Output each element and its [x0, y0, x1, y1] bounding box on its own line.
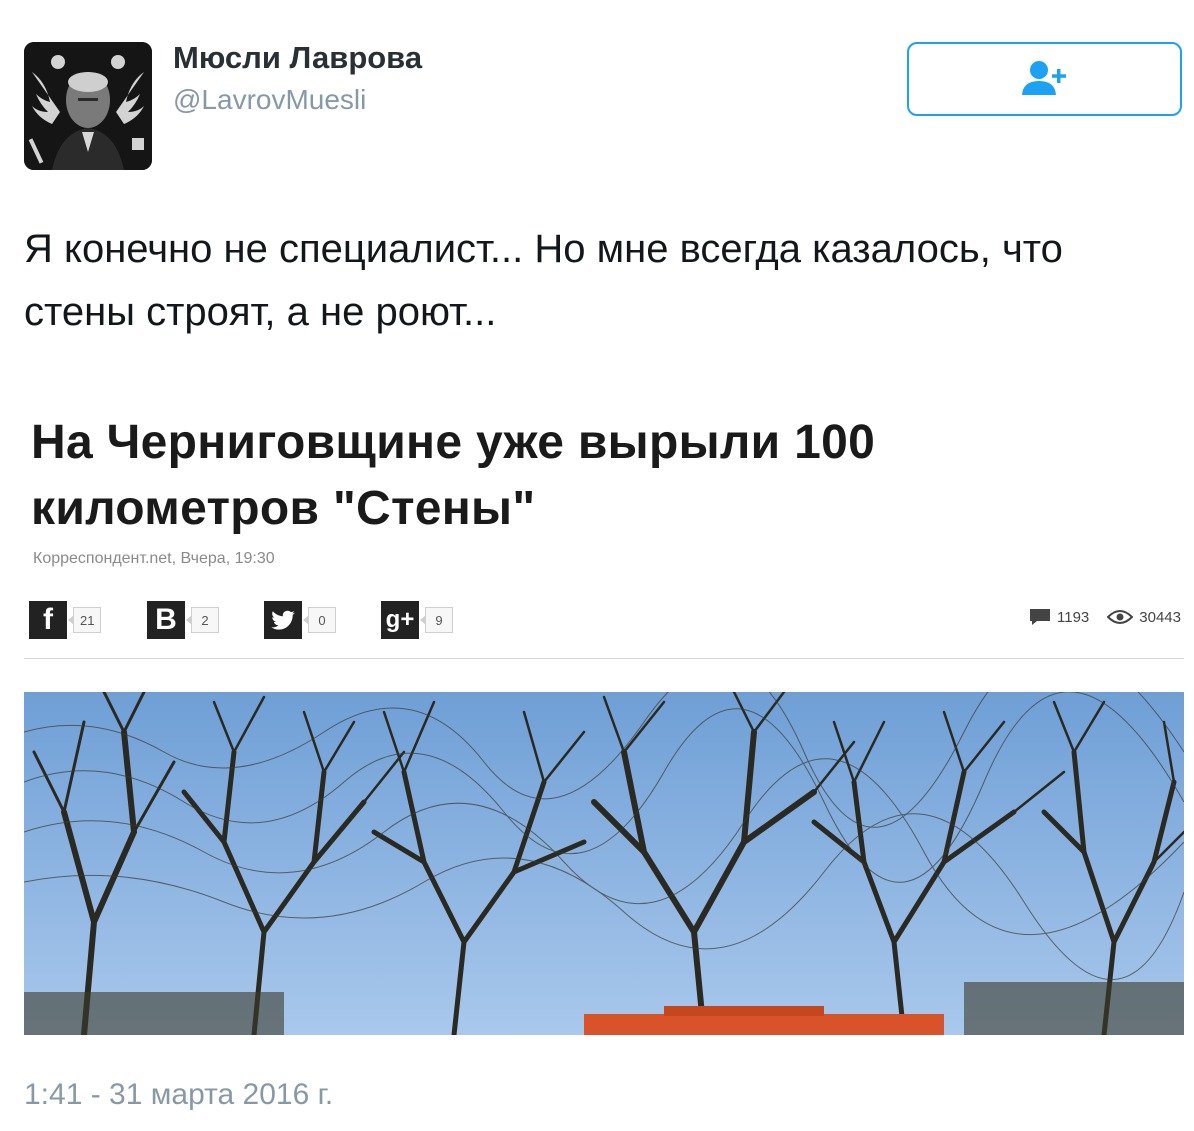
twitter-share: 0 — [264, 600, 336, 640]
share-count: 0 — [303, 607, 336, 633]
views-stat: 30443 — [1107, 609, 1181, 626]
article-photo — [24, 692, 1184, 1035]
follow-button[interactable] — [907, 42, 1182, 116]
add-user-icon — [1021, 61, 1066, 95]
googleplus-share: g+ 9 — [381, 600, 453, 640]
views-count: 30443 — [1139, 608, 1181, 626]
comments-stat: 1193 — [1029, 608, 1089, 626]
embedded-article-image[interactable]: На Черниговщине уже вырыли 100 километро… — [24, 400, 1184, 1040]
user-handle[interactable]: @LavrovMuesli — [173, 84, 366, 116]
twitter-bird-icon — [264, 601, 302, 639]
google-plus-icon: g+ — [381, 601, 419, 639]
article-headline: На Черниговщине уже вырыли 100 километро… — [31, 416, 876, 535]
avatar[interactable] — [24, 42, 152, 170]
article-meta: Корреспондент.net, Вчера, 19:30 — [33, 550, 275, 567]
share-count: 2 — [186, 607, 219, 633]
vk-share: B 2 — [147, 600, 219, 640]
vk-icon: B — [147, 601, 185, 639]
eye-icon — [1107, 610, 1134, 624]
tweet-timestamp[interactable]: 1:41 - 31 марта 2016 г. — [24, 1078, 333, 1112]
user-display-name[interactable]: Мюсли Лаврова — [173, 40, 422, 76]
share-count: 9 — [420, 607, 453, 633]
article-stats: 1193 30443 — [1011, 608, 1181, 626]
comments-count: 1193 — [1057, 608, 1090, 626]
share-bar: f 21 B 2 0 g+ 9 1193 30443 — [29, 600, 1184, 640]
comment-icon — [1030, 609, 1051, 625]
facebook-share: f 21 — [29, 600, 102, 640]
tweet-card: Мюсли Лаврова @LavrovMuesli Я конечно не… — [0, 0, 1194, 1131]
divider — [24, 658, 1184, 659]
tweet-text: Я конечно не специалист... Но мне всегда… — [24, 227, 1063, 334]
share-count: 21 — [67, 607, 102, 633]
facebook-icon: f — [29, 601, 67, 639]
